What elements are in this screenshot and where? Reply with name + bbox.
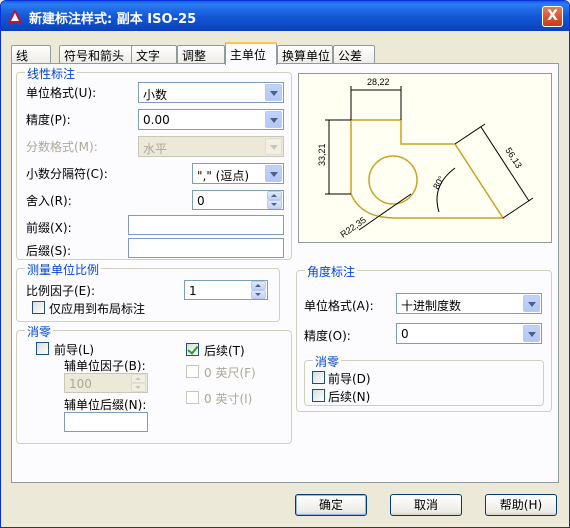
sub-unit-factor-label: 辅单位因子(B): [64, 359, 146, 373]
title-bar[interactable]: 新建标注样式: 副本 ISO-25 X [1, 1, 569, 31]
angular-precision-label: 精度(O): [304, 329, 351, 343]
scale-factor-spinner[interactable] [251, 281, 266, 299]
layout-only-label: 仅应用到布局标注 [49, 302, 146, 316]
tab-panel-primary-units: 线性标注 单位格式(U): 小数 精度(P): 0.00 分数格式(M): 水平… [11, 63, 559, 483]
zero-inches-label: 0 英寸(I) [204, 392, 253, 406]
scale-factor-label: 比例因子(E): [26, 284, 95, 298]
angular-precision-value: 0 [401, 327, 409, 341]
decimal-separator-label: 小数分隔符(C): [26, 167, 108, 181]
sub-unit-factor-input[interactable]: 100 [64, 373, 148, 393]
tab-lines[interactable]: 线 [11, 45, 51, 64]
leading-zero-label: 前导(L) [54, 343, 95, 357]
spin-down-icon[interactable] [267, 200, 282, 209]
help-button[interactable]: 帮助(H) [485, 494, 557, 516]
trailing-zero-checkbox[interactable] [186, 343, 199, 356]
dim-left-text: 33,21 [317, 143, 327, 166]
tab-strip: 线 符号和箭头 文字 调整 主单位 换算单位 公差 [11, 42, 551, 65]
unit-format-select[interactable]: 小数 [138, 82, 284, 103]
sub-unit-suffix-label: 辅单位后缀(N): [64, 398, 147, 412]
preview-dimensions [325, 86, 534, 231]
zero-feet-label: 0 英尺(F) [204, 366, 256, 380]
tab-text[interactable]: 文字 [131, 45, 177, 64]
chevron-down-icon[interactable] [523, 325, 540, 342]
leading-zero-checkbox[interactable] [36, 342, 49, 355]
cancel-button[interactable]: 取消 [390, 494, 462, 516]
angular-trailing-zero-checkbox[interactable] [312, 389, 325, 402]
dim-top-text: 28,22 [367, 77, 390, 87]
dim-angle-text: 80° [431, 174, 447, 191]
unit-format-label: 单位格式(U): [26, 86, 97, 100]
chevron-down-icon [265, 138, 282, 155]
layout-only-checkbox[interactable] [32, 301, 45, 314]
decimal-separator-value: "," (逗点) [197, 169, 250, 183]
chevron-down-icon[interactable] [265, 84, 282, 101]
chevron-down-icon[interactable] [265, 111, 282, 128]
tab-fit[interactable]: 调整 [177, 45, 225, 64]
sub-unit-suffix-input[interactable] [64, 412, 148, 432]
dimension-preview-drawing: 28,22 33,21 56,13 80° R22,35 [317, 77, 534, 240]
sub-unit-factor-spinner [131, 374, 146, 392]
precision-value: 0.00 [143, 113, 170, 127]
fraction-format-value: 水平 [143, 142, 168, 156]
prefix-input[interactable] [128, 215, 284, 235]
spin-up-icon[interactable] [267, 191, 282, 200]
angular-trailing-zero-label: 后续(N) [328, 390, 371, 404]
dialog-window: 新建标注样式: 副本 ISO-25 X 线 符号和箭头 文字 调整 主单位 换算… [0, 0, 570, 528]
fraction-format-select[interactable]: 水平 [138, 136, 284, 157]
ok-button[interactable]: 确定 [295, 494, 367, 516]
decimal-separator-select[interactable]: "," (逗点) [192, 163, 284, 184]
chevron-down-icon[interactable] [265, 165, 282, 182]
zero-suppression-label: 消零 [25, 323, 54, 340]
tab-primary-units[interactable]: 主单位 [225, 42, 277, 65]
tab-symbols-arrows[interactable]: 符号和箭头 [59, 45, 141, 64]
angular-precision-select[interactable]: 0 [396, 323, 542, 344]
precision-label: 精度(P): [26, 113, 71, 127]
dialog-title: 新建标注样式: 副本 ISO-25 [29, 12, 197, 27]
suffix-label: 后缀(S): [26, 244, 72, 258]
angular-unit-format-select[interactable]: 十进制度数 [396, 293, 542, 314]
suffix-input[interactable] [128, 238, 284, 258]
scale-factor-input[interactable]: 1 [184, 280, 268, 300]
tab-alternate-units[interactable]: 换算单位 [277, 45, 333, 64]
zero-feet-checkbox[interactable] [186, 365, 199, 378]
angular-leading-zero-checkbox[interactable] [312, 371, 325, 384]
spin-up-icon[interactable] [251, 281, 266, 290]
preview-pane: 28,22 33,21 56,13 80° R22,35 [298, 73, 552, 243]
zero-inches-checkbox[interactable] [186, 391, 199, 404]
angular-unit-format-value: 十进制度数 [401, 299, 462, 313]
linear-group-label: 线性标注 [25, 65, 78, 82]
spin-up-icon [131, 374, 146, 383]
angular-zero-group-label: 消零 [313, 353, 342, 370]
scale-factor-value: 1 [189, 284, 197, 298]
sub-unit-factor-value: 100 [69, 377, 92, 391]
spin-down-icon[interactable] [251, 290, 266, 299]
round-off-input[interactable]: 0 [192, 190, 284, 210]
fraction-format-label: 分数格式(M): [26, 140, 98, 154]
tab-tolerances[interactable]: 公差 [333, 45, 375, 64]
round-off-spinner[interactable] [267, 191, 282, 209]
spin-down-icon [131, 383, 146, 392]
prefix-label: 前缀(X): [26, 221, 72, 235]
chevron-down-icon[interactable] [523, 295, 540, 312]
angular-group-label: 角度标注 [305, 263, 358, 280]
scale-group-label: 测量单位比例 [25, 261, 102, 278]
angular-unit-format-label: 单位格式(A): [304, 299, 374, 313]
unit-format-value: 小数 [143, 88, 168, 102]
trailing-zero-label: 后续(T) [204, 344, 245, 358]
round-off-label: 舍入(R): [26, 194, 72, 208]
close-button[interactable]: X [542, 6, 563, 27]
round-off-value: 0 [197, 194, 205, 208]
precision-select[interactable]: 0.00 [138, 109, 284, 130]
autocad-icon [8, 9, 22, 23]
preview-outline [350, 119, 505, 219]
angular-leading-zero-label: 前导(D) [328, 372, 371, 386]
